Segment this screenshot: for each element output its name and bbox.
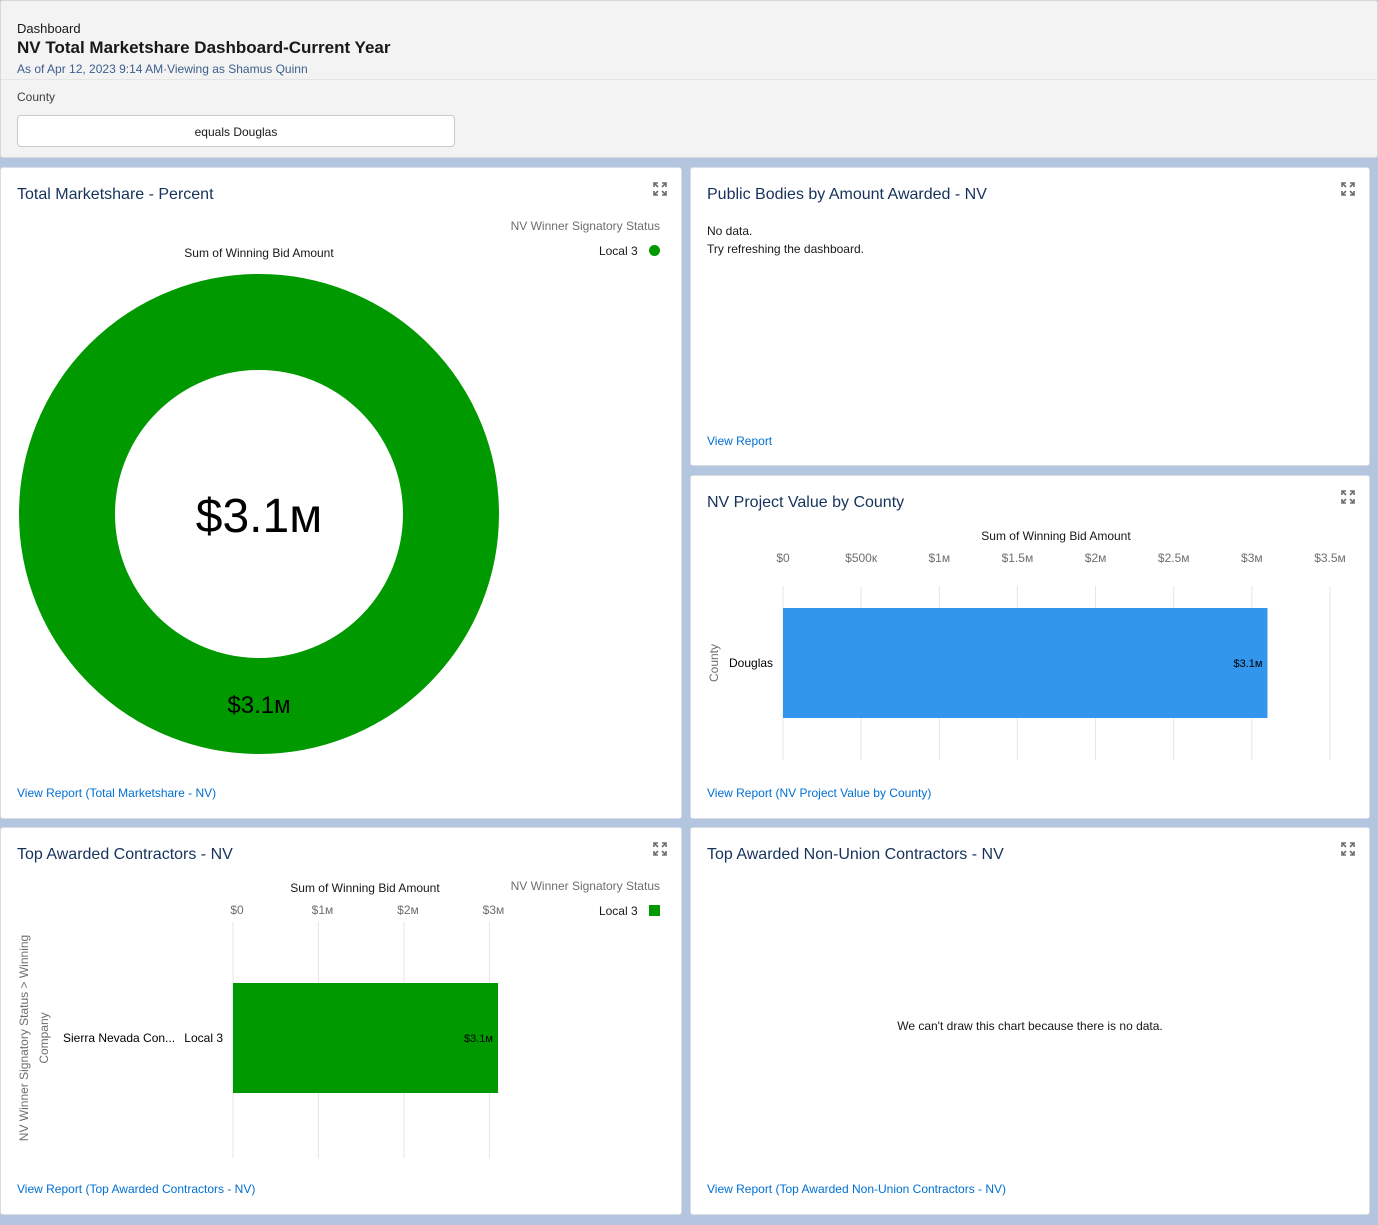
header-subtitle: As of Apr 12, 2023 9:14 AM·Viewing as Sh… <box>17 62 308 76</box>
card-title: Top Awarded Non-Union Contractors - NV <box>707 846 1004 863</box>
donut-slice-label: $3.1м <box>227 692 290 719</box>
card-title: Public Bodies by Amount Awarded - NV <box>707 186 987 203</box>
header-eyebrow: Dashboard <box>17 21 81 36</box>
y-group-label: Local 3 <box>184 1031 223 1045</box>
county-bar-chart: $0 $500к $1м $1.5м $2м $2.5м $3м $3.5м $3.1м Doug… <box>707 551 1346 760</box>
view-report-link[interactable]: View Report (NV Project Value by County) <box>707 786 931 800</box>
filter-label: County <box>17 90 56 104</box>
x-tick-label: $3.5м <box>1314 551 1346 565</box>
expand-icon[interactable] <box>1341 182 1355 196</box>
view-report-link[interactable]: View Report (Top Awarded Contractors - N… <box>17 1182 255 1196</box>
page-title: NV Total Marketshare Dashboard-Current Y… <box>17 38 391 57</box>
expand-icon[interactable] <box>1341 842 1355 856</box>
card-non-union: Top Awarded Non-Union Contractors - NV W… <box>690 827 1370 1215</box>
x-tick-label: $500к <box>845 551 878 565</box>
bar-douglas[interactable] <box>783 608 1268 718</box>
view-report-link[interactable]: View Report (Top Awarded Non-Union Contr… <box>707 1182 1006 1196</box>
y-axis-title: NV Winner Signatory Status > Winning <box>17 935 31 1141</box>
bar-value-label: $3.1м <box>1234 658 1263 670</box>
header-divider <box>1 79 1377 80</box>
no-data-message: No data. Try refreshing the dashboard. <box>707 222 864 258</box>
donut-center-value: $3.1м <box>196 490 322 543</box>
bar-sierra-nevada[interactable] <box>233 983 498 1093</box>
x-tick-label: $2м <box>1085 551 1107 565</box>
x-tick-label: $3м <box>483 903 505 917</box>
x-tick-label: $3м <box>1241 551 1263 565</box>
view-report-link[interactable]: View Report (Total Marketshare - NV) <box>17 786 216 800</box>
no-data-message: We can't draw this chart because there i… <box>897 1019 1163 1033</box>
card-top-contractors: Top Awarded Contractors - NV Sum of Winn… <box>0 827 682 1215</box>
legend-title: NV Winner Signatory Status <box>510 219 660 233</box>
legend-item: Local 3 <box>599 244 660 258</box>
contractors-bar-chart: $0 $1м $2м $3м $3.1м Sierra Nevada Con... Loca… <box>17 903 505 1158</box>
x-tick-label: $2м <box>397 903 419 917</box>
no-data-hint: Try refreshing the dashboard. <box>707 242 864 256</box>
x-tick-label: $1м <box>928 551 950 565</box>
card-project-value: NV Project Value by County Sum of Winnin… <box>690 475 1370 819</box>
y-category-label: Douglas <box>729 656 773 670</box>
measure-label: Sum of Winning Bid Amount <box>184 246 334 260</box>
bar-value-label: $3.1м <box>464 1033 493 1045</box>
donut-chart: $3.1м $3.1м <box>19 274 499 754</box>
card-total-marketshare: Total Marketshare - Percent NV Winner Si… <box>0 167 682 819</box>
legend-swatch <box>649 245 660 256</box>
x-tick-label: $1.5м <box>1002 551 1034 565</box>
county-filter-button[interactable]: equals Douglas <box>17 115 455 147</box>
dashboard-header: Dashboard NV Total Marketshare Dashboard… <box>0 0 1378 158</box>
y-category-label: Sierra Nevada Con... <box>63 1031 175 1045</box>
x-tick-label: $2.5м <box>1158 551 1190 565</box>
y-axis-title: County <box>707 644 721 682</box>
card-title: Total Marketshare - Percent <box>17 186 214 203</box>
no-data-line: No data. <box>707 224 753 238</box>
view-report-link[interactable]: View Report <box>707 434 772 448</box>
legend-item-label: Local 3 <box>598 244 638 258</box>
x-tick-label: $1м <box>312 903 334 917</box>
x-tick-label: $0 <box>230 903 244 917</box>
y-axis-title-continued: Company <box>37 1012 51 1063</box>
expand-icon[interactable] <box>653 182 667 196</box>
card-public-bodies: Public Bodies by Amount Awarded - NV No … <box>690 167 1370 466</box>
x-tick-label: $0 <box>776 551 790 565</box>
